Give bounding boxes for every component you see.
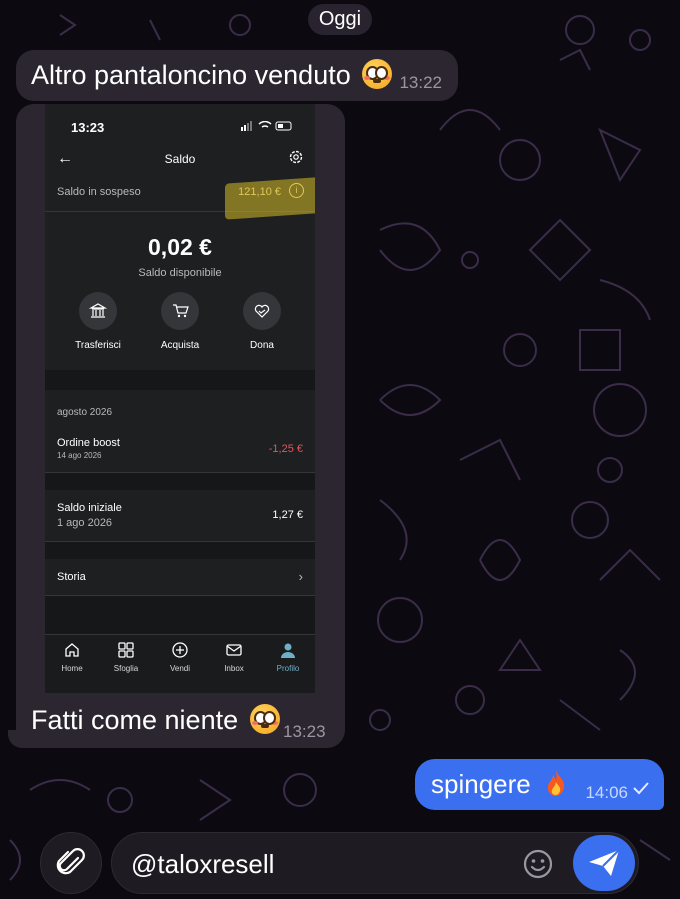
mail-icon — [226, 644, 242, 656]
message-time: 14:06 — [585, 783, 628, 802]
transfer-button[interactable]: Trasferisci — [62, 292, 134, 351]
paperclip-icon — [56, 848, 85, 875]
send-plane-icon — [589, 849, 620, 876]
transaction-amount: 1,27 € — [272, 509, 303, 521]
tab-profile[interactable]: Profilo — [261, 641, 315, 673]
tab-label: Inbox — [224, 664, 244, 673]
transaction-title: Ordine boost — [57, 437, 120, 449]
attached-screenshot[interactable]: 13:23 ← Saldo Saldo in sospeso 121,10 € … — [45, 104, 315, 693]
gear-icon[interactable] — [288, 149, 304, 165]
transaction-title: Saldo iniziale — [57, 502, 122, 514]
incoming-photo-message[interactable]: 13:23 ← Saldo Saldo in sospeso 121,10 € … — [16, 104, 345, 748]
chevron-right-icon: › — [298, 569, 303, 584]
purchase-button[interactable]: Acquista — [144, 292, 216, 351]
history-label: Storia — [57, 571, 86, 583]
section-separator — [45, 370, 315, 390]
donate-button[interactable]: Dona — [226, 292, 298, 351]
single-check-icon — [633, 782, 649, 795]
date-divider-label: Oggi — [318, 8, 362, 30]
pending-balance-label: Saldo in sospeso — [57, 186, 141, 198]
transaction-date: 1 ago 2026 — [57, 517, 113, 529]
tab-home[interactable]: Home — [45, 641, 99, 673]
tab-browse[interactable]: Sfoglia — [99, 641, 153, 673]
donate-label: Dona — [250, 340, 274, 351]
section-date: agosto 2026 — [57, 407, 113, 418]
photo-caption: Fatti come niente — [31, 705, 239, 735]
section-separator — [45, 473, 315, 490]
plus-circle-icon — [172, 642, 188, 658]
person-icon — [281, 643, 295, 658]
message-text: Altro pantaloncino venduto — [31, 60, 351, 90]
transaction-date: 14 ago 2026 — [57, 451, 102, 460]
home-icon — [65, 643, 79, 657]
message-input-value: @taloxresell — [131, 849, 275, 879]
date-divider: Oggi — [308, 4, 372, 35]
incoming-message[interactable]: Altro pantaloncino venduto 13:22 — [16, 50, 458, 101]
transaction-amount: -1,25 € — [268, 443, 303, 455]
grid-icon — [118, 642, 134, 658]
status-bar-time: 13:23 — [71, 120, 105, 135]
info-icon[interactable]: i — [289, 183, 304, 198]
pending-balance-amount: 121,10 € — [238, 186, 281, 198]
tab-label: Home — [61, 664, 83, 673]
bank-icon — [89, 303, 107, 318]
heart-hand-icon — [254, 304, 270, 318]
message-input[interactable]: @taloxresell — [111, 832, 639, 894]
screen-title: Saldo — [164, 152, 196, 166]
bottom-tab-bar: Home Sfoglia Vendi Inbox Profilo — [45, 634, 315, 693]
fire-emoji-icon — [547, 770, 565, 796]
flushed-face-emoji-icon — [249, 704, 280, 734]
tab-sell[interactable]: Vendi — [153, 641, 207, 673]
section-separator — [45, 596, 315, 634]
tab-label: Sfoglia — [113, 664, 139, 673]
available-balance: 0,02 € — [148, 234, 212, 260]
pending-balance-row: Saldo in sospeso 121,10 € i — [45, 176, 315, 220]
section-separator — [45, 542, 315, 559]
purchase-label: Acquista — [160, 340, 200, 351]
tab-label: Vendi — [169, 664, 191, 673]
yellow-highlight-mark — [225, 176, 315, 220]
attach-button[interactable] — [40, 832, 102, 894]
status-bar-icons — [241, 121, 292, 131]
flushed-face-emoji-icon — [362, 59, 393, 89]
transfer-label: Trasferisci — [75, 340, 121, 351]
message-time: 13:22 — [399, 73, 442, 92]
tab-inbox[interactable]: Inbox — [207, 641, 261, 673]
tab-label: Profilo — [276, 664, 300, 673]
message-text: spingere — [431, 769, 531, 799]
cart-icon — [173, 304, 189, 318]
available-balance-label: Saldo disponibile — [138, 267, 222, 279]
message-time: 13:23 — [283, 722, 326, 741]
emoji-sticker-icon[interactable] — [522, 848, 554, 880]
outgoing-message[interactable]: spingere 14:06 — [415, 759, 664, 810]
send-button[interactable] — [573, 835, 635, 891]
